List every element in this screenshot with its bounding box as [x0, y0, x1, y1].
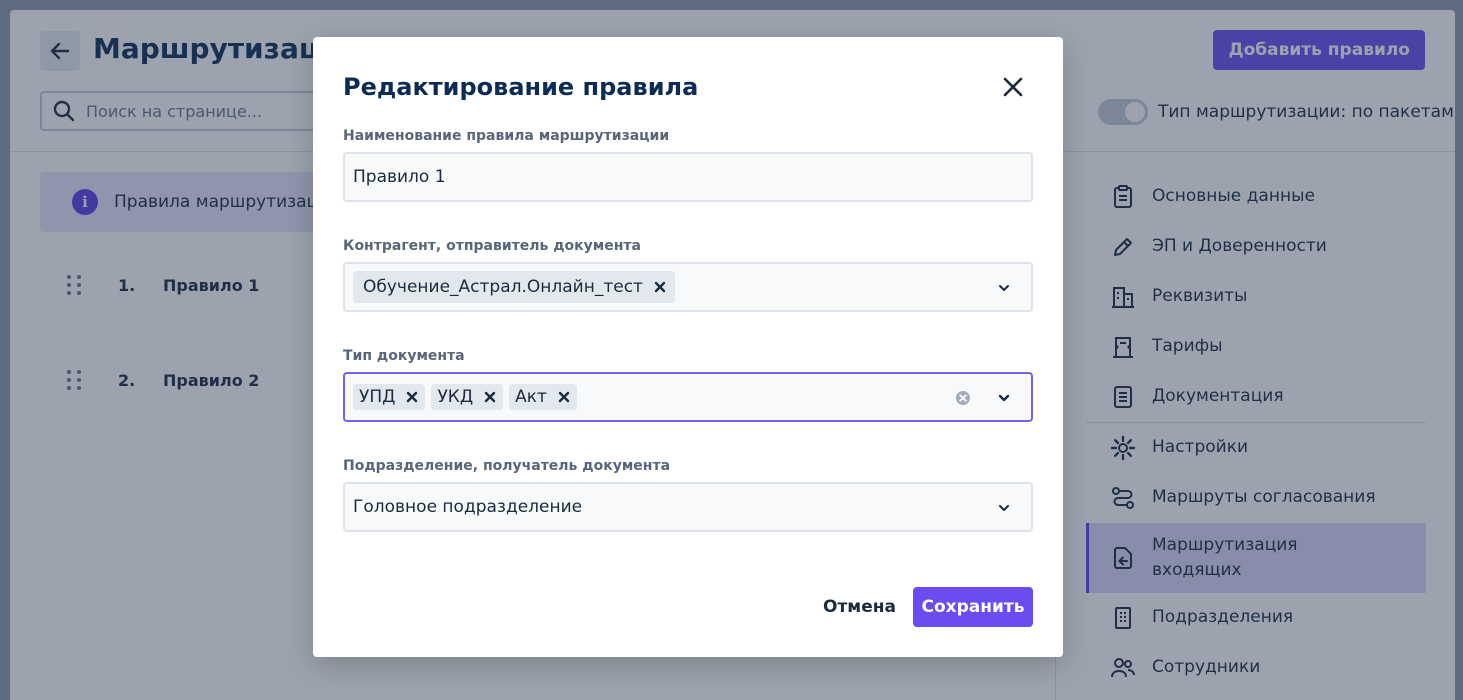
chip-remove-button[interactable]: [483, 390, 497, 404]
rule-name-input[interactable]: Правило 1: [343, 152, 1033, 202]
chip-label: УПД: [359, 387, 396, 407]
chip-label: УКД: [437, 387, 474, 407]
edit-rule-dialog: Редактирование правила Наименование прав…: [313, 37, 1063, 657]
close-icon: [484, 391, 496, 403]
chip-label: Акт: [515, 387, 547, 407]
doctype-label: Тип документа: [343, 348, 465, 364]
close-icon: [654, 281, 666, 293]
chip-remove-button[interactable]: [557, 390, 571, 404]
division-select[interactable]: Головное подразделение: [343, 482, 1033, 532]
doctype-chip: УПД: [353, 384, 426, 410]
close-button[interactable]: [999, 73, 1027, 101]
rule-name-label: Наименование правила маршрутизации: [343, 128, 670, 144]
chip-remove-button[interactable]: [653, 280, 667, 294]
chevron-down-icon[interactable]: [997, 501, 1011, 515]
doctype-chip: УКД: [431, 384, 504, 410]
counterparty-select[interactable]: Обучение_Астрал.Онлайн_тест: [343, 262, 1033, 312]
doctype-select[interactable]: УПД УКД Акт: [343, 372, 1033, 422]
save-button[interactable]: Сохранить: [913, 587, 1033, 627]
chip-label: Обучение_Астрал.Онлайн_тест: [363, 277, 643, 297]
dialog-title: Редактирование правила: [343, 73, 699, 101]
rule-name-value[interactable]: Правило 1: [353, 167, 446, 187]
close-icon: [407, 391, 418, 403]
chevron-down-icon[interactable]: [997, 391, 1011, 405]
cancel-button[interactable]: Отмена: [809, 588, 910, 626]
clear-all-icon[interactable]: [955, 390, 971, 406]
close-icon: [558, 391, 570, 403]
counterparty-chip: Обучение_Астрал.Онлайн_тест: [353, 271, 675, 303]
close-icon: [1003, 77, 1023, 97]
chevron-down-icon[interactable]: [997, 281, 1011, 295]
doctype-chip: Акт: [509, 384, 577, 410]
division-value: Головное подразделение: [353, 497, 583, 517]
counterparty-label: Контрагент, отправитель документа: [343, 238, 641, 254]
chip-remove-button[interactable]: [405, 390, 419, 404]
division-label: Подразделение, получатель документа: [343, 458, 671, 474]
